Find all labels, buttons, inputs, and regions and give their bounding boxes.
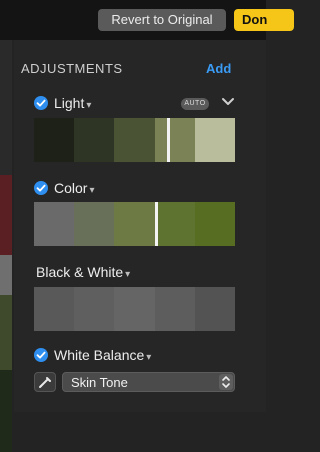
light-label: Light <box>54 95 85 111</box>
color-section-title[interactable]: Color ▾ <box>54 180 95 196</box>
thumbnail-frame <box>154 202 195 246</box>
light-enabled-checkmark-icon[interactable] <box>34 96 48 110</box>
expand-chevron-icon[interactable] <box>220 94 236 110</box>
eyedropper-icon[interactable] <box>34 372 56 392</box>
photo-fragment <box>0 295 12 370</box>
thumbnail-frame <box>194 118 235 162</box>
white-balance-label: White Balance <box>54 347 145 363</box>
adjustments-header: ADJUSTMENTS <box>21 61 123 76</box>
white-balance-controls: Skin Tone <box>34 372 235 392</box>
thumbnail-frame <box>194 287 235 331</box>
thumbnail-frame <box>74 287 115 331</box>
chevron-down-icon: ▾ <box>86 100 92 111</box>
photo-fragment <box>0 175 12 255</box>
thumbnail-frame <box>34 118 75 162</box>
photo-fragment <box>0 255 12 295</box>
chevron-down-icon: ▾ <box>89 185 95 196</box>
thumbnail-frame <box>34 202 75 246</box>
white-balance-selected-option: Skin Tone <box>71 375 128 390</box>
thumbnail-frame <box>154 287 195 331</box>
light-thumbnail-strip[interactable] <box>34 118 235 162</box>
done-button[interactable]: Don <box>234 9 294 31</box>
white-balance-enabled-checkmark-icon[interactable] <box>34 348 48 362</box>
thumbnail-frame <box>114 287 155 331</box>
thumbnail-frame <box>74 118 115 162</box>
photo-fragment <box>0 370 12 452</box>
color-thumbnail-strip[interactable] <box>34 202 235 246</box>
black-white-label: Black & White <box>36 264 124 280</box>
thumbnail-frame <box>74 202 115 246</box>
color-slider-handle[interactable] <box>155 202 158 246</box>
thumbnail-frame <box>114 202 155 246</box>
chevron-down-icon: ▾ <box>146 352 152 363</box>
revert-to-original-button[interactable]: Revert to Original <box>98 9 226 31</box>
thumbnail-frame <box>34 287 75 331</box>
color-label: Color <box>54 180 88 196</box>
thumbnail-frame <box>194 202 235 246</box>
toolbar: Revert to Original Don <box>0 0 294 40</box>
color-enabled-checkmark-icon[interactable] <box>34 181 48 195</box>
white-balance-mode-select[interactable]: Skin Tone <box>62 372 235 392</box>
black-white-thumbnail-strip[interactable] <box>34 287 235 331</box>
black-white-section-title[interactable]: Black & White ▾ <box>36 264 130 280</box>
thumbnail-frame <box>114 118 155 162</box>
thumbnail-frame <box>154 118 195 162</box>
light-section-title[interactable]: Light ▾ <box>54 95 91 111</box>
chevron-down-icon: ▾ <box>125 269 131 280</box>
light-slider-handle[interactable] <box>167 118 170 162</box>
light-auto-button[interactable]: AUTO <box>181 98 209 110</box>
add-adjustment-link[interactable]: Add <box>206 61 231 76</box>
up-down-arrows-icon <box>219 374 233 390</box>
white-balance-section-title[interactable]: White Balance ▾ <box>54 347 151 363</box>
photo-preview-edge <box>0 40 12 452</box>
